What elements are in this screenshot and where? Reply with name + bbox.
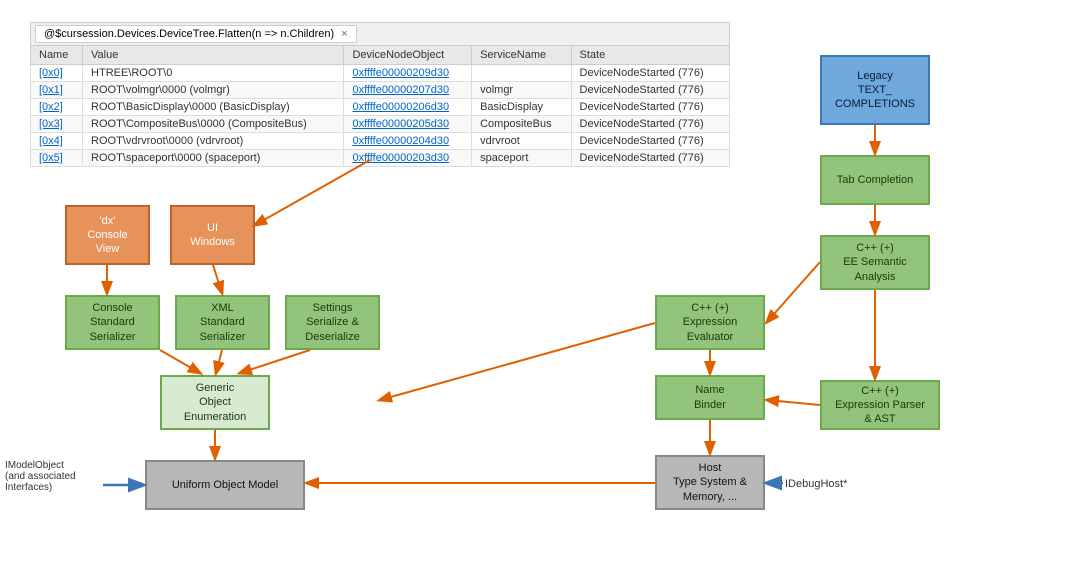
cell-name[interactable]: [0x5] — [31, 150, 83, 167]
idebug-host-label: IDebugHost* — [785, 478, 847, 490]
cell-service: CompositeBus — [472, 116, 571, 133]
cell-devicenode[interactable]: 0xffffe00000204d30 — [344, 133, 472, 150]
cell-state: DeviceNodeStarted (776) — [571, 99, 729, 116]
cpp-parser-label: C++ (+)Expression Parser& AST — [835, 384, 925, 427]
cell-value: ROOT\BasicDisplay\0000 (BasicDisplay) — [83, 99, 344, 116]
cell-name[interactable]: [0x2] — [31, 99, 83, 116]
table-row: [0x0] HTREE\ROOT\0 0xffffe00000209d30 De… — [31, 65, 730, 82]
settings-serializer-label: SettingsSerialize &Deserialize — [305, 301, 359, 344]
uniform-model-label: Uniform Object Model — [172, 478, 278, 492]
box-settings-serializer: SettingsSerialize &Deserialize — [285, 295, 380, 350]
table-row: [0x4] ROOT\vdrvroot\0000 (vdrvroot) 0xff… — [31, 133, 730, 150]
box-uniform-model: Uniform Object Model — [145, 460, 305, 510]
legacy-label: LegacyTEXT_COMPLETIONS — [835, 69, 915, 112]
tab-completion-label: Tab Completion — [837, 173, 913, 187]
cell-name[interactable]: [0x0] — [31, 65, 83, 82]
box-cpp-parser: C++ (+)Expression Parser& AST — [820, 380, 940, 430]
cell-name[interactable]: [0x3] — [31, 116, 83, 133]
generic-enum-label: GenericObjectEnumeration — [184, 381, 246, 424]
cell-state: DeviceNodeStarted (776) — [571, 82, 729, 99]
cell-value: HTREE\ROOT\0 — [83, 65, 344, 82]
data-table: Name Value DeviceNodeObject ServiceName … — [30, 45, 730, 167]
xml-serializer-label: XMLStandardSerializer — [200, 301, 246, 344]
cell-devicenode[interactable]: 0xffffe00000207d30 — [344, 82, 472, 99]
col-devicenode: DeviceNodeObject — [344, 46, 472, 65]
cell-devicenode[interactable]: 0xffffe00000209d30 — [344, 65, 472, 82]
cell-name[interactable]: [0x4] — [31, 133, 83, 150]
tab-close-button[interactable]: × — [341, 28, 347, 40]
imodel-object-label: IModelObject(and associatedInterfaces) — [5, 460, 105, 493]
tab-text: @$cursession.Devices.DeviceTree.Flatten(… — [44, 28, 334, 40]
host-type-label: HostType System &Memory, ... — [673, 461, 747, 504]
table-row: [0x3] ROOT\CompositeBus\0000 (CompositeB… — [31, 116, 730, 133]
table-row: [0x1] ROOT\volmgr\0000 (volmgr) 0xffffe0… — [31, 82, 730, 99]
box-ui-windows: UIWindows — [170, 205, 255, 265]
box-cpp-ee: C++ (+)EE SemanticAnalysis — [820, 235, 930, 290]
console-serializer-label: ConsoleStandardSerializer — [90, 301, 136, 344]
col-value: Value — [83, 46, 344, 65]
cpp-ee-label: C++ (+)EE SemanticAnalysis — [843, 241, 907, 284]
box-name-binder: NameBinder — [655, 375, 765, 420]
cell-service: spaceport — [472, 150, 571, 167]
box-cpp-expr: C++ (+)ExpressionEvaluator — [655, 295, 765, 350]
cell-value: ROOT\volmgr\0000 (volmgr) — [83, 82, 344, 99]
tab-bar: @$cursession.Devices.DeviceTree.Flatten(… — [30, 22, 730, 45]
cell-value: ROOT\spaceport\0000 (spaceport) — [83, 150, 344, 167]
cell-state: DeviceNodeStarted (776) — [571, 65, 729, 82]
cell-state: DeviceNodeStarted (776) — [571, 133, 729, 150]
name-binder-label: NameBinder — [694, 383, 726, 412]
cell-value: ROOT\vdrvroot\0000 (vdrvroot) — [83, 133, 344, 150]
cell-service: volmgr — [472, 82, 571, 99]
table-row: [0x2] ROOT\BasicDisplay\0000 (BasicDispl… — [31, 99, 730, 116]
cell-value: ROOT\CompositeBus\0000 (CompositeBus) — [83, 116, 344, 133]
cell-state: DeviceNodeStarted (776) — [571, 150, 729, 167]
cell-devicenode[interactable]: 0xffffe00000203d30 — [344, 150, 472, 167]
col-state: State — [571, 46, 729, 65]
box-host-type: HostType System &Memory, ... — [655, 455, 765, 510]
box-tab-completion: Tab Completion — [820, 155, 930, 205]
cell-name[interactable]: [0x1] — [31, 82, 83, 99]
table-row: [0x5] ROOT\spaceport\0000 (spaceport) 0x… — [31, 150, 730, 167]
box-legacy: LegacyTEXT_COMPLETIONS — [820, 55, 930, 125]
table-container: @$cursession.Devices.DeviceTree.Flatten(… — [30, 22, 730, 167]
console-view-label: 'dx'ConsoleView — [87, 214, 127, 257]
cell-state: DeviceNodeStarted (776) — [571, 116, 729, 133]
cell-devicenode[interactable]: 0xffffe00000205d30 — [344, 116, 472, 133]
idebug-host-text: IDebugHost* — [785, 478, 847, 490]
cell-service: BasicDisplay — [472, 99, 571, 116]
box-console-serializer: ConsoleStandardSerializer — [65, 295, 160, 350]
box-generic-enum: GenericObjectEnumeration — [160, 375, 270, 430]
cell-service: vdrvroot — [472, 133, 571, 150]
box-console-view: 'dx'ConsoleView — [65, 205, 150, 265]
cell-service — [472, 65, 571, 82]
box-xml-serializer: XMLStandardSerializer — [175, 295, 270, 350]
tab-label[interactable]: @$cursession.Devices.DeviceTree.Flatten(… — [35, 25, 357, 43]
imodel-text: IModelObject(and associatedInterfaces) — [5, 460, 76, 493]
cell-devicenode[interactable]: 0xffffe00000206d30 — [344, 99, 472, 116]
col-name: Name — [31, 46, 83, 65]
cpp-expr-label: C++ (+)ExpressionEvaluator — [683, 301, 737, 344]
col-service: ServiceName — [472, 46, 571, 65]
table-header-row: Name Value DeviceNodeObject ServiceName … — [31, 46, 730, 65]
ui-windows-label: UIWindows — [190, 221, 235, 250]
